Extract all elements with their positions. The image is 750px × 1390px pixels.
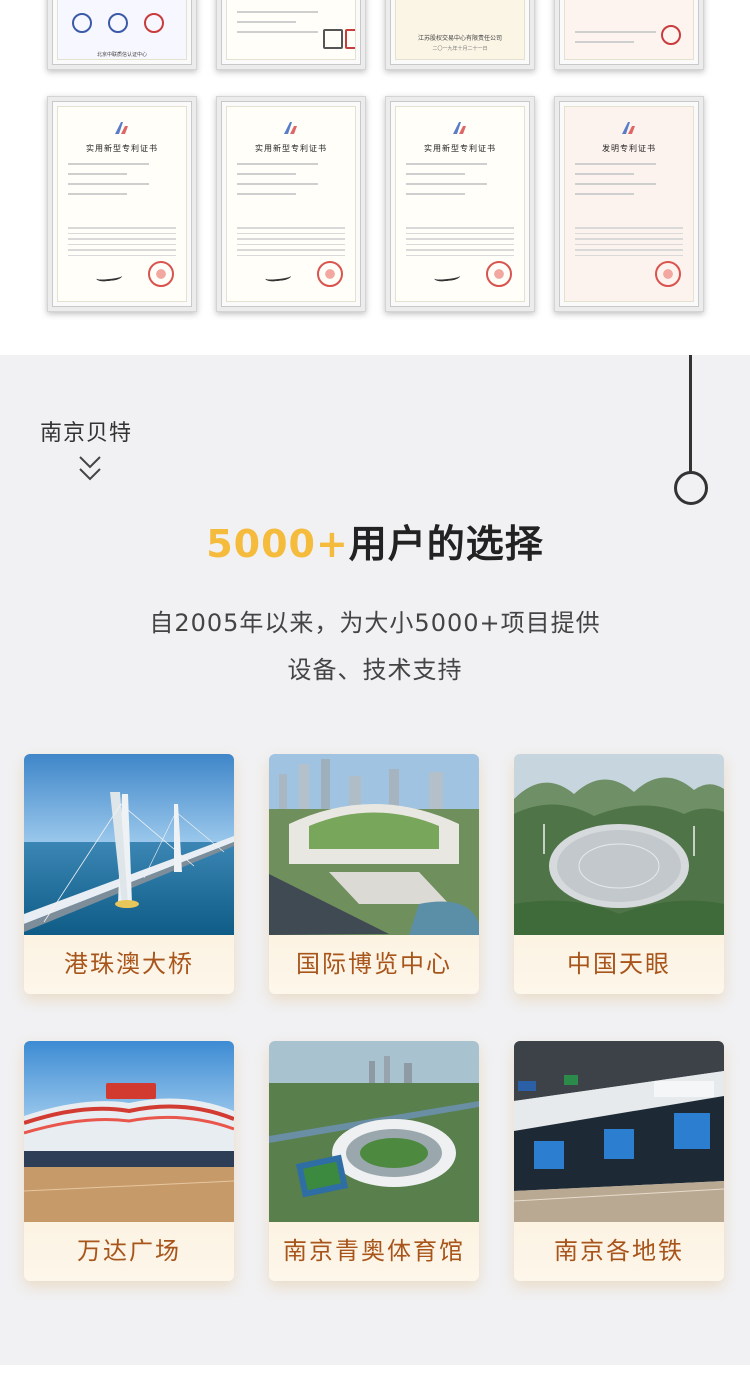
seal-icon: [144, 13, 164, 33]
customers-section: 南京贝特 5000+用户的选择 自2005年以来，为大小5000+项目提供 设备…: [0, 355, 750, 1365]
project-label: 万达广场: [77, 1237, 181, 1265]
project-card[interactable]: 港珠澳大桥: [24, 754, 234, 994]
certificate-title: 实用新型专利证书: [424, 144, 496, 153]
project-label: 南京青奥体育馆: [283, 1237, 465, 1265]
project-photo-wanda-plaza: [24, 1041, 234, 1222]
patent-logo-icon: [453, 122, 466, 134]
seal-icon: [486, 261, 512, 287]
certificate-frame: 实用新型专利证书: [47, 96, 197, 312]
certificate-frame: 实用新型专利证书: [216, 96, 366, 312]
decorative-line: [689, 355, 692, 473]
certificate-title: 实用新型专利证书: [255, 144, 327, 153]
iaf-badge-icon: [108, 13, 128, 33]
project-label: 南京各地铁: [554, 1237, 684, 1265]
signature: [95, 269, 123, 283]
certificate-issuer: 北京中联质信认证中心: [96, 52, 147, 58]
double-chevron-down-icon: [79, 456, 101, 481]
patent-logo-icon: [284, 122, 297, 134]
project-label: 国际博览中心: [296, 950, 452, 978]
signature: [264, 269, 292, 283]
certificate-frame: 实用新型专利证书: [385, 96, 535, 312]
project-card[interactable]: 南京青奥体育馆: [269, 1041, 479, 1281]
certificate-issuer: 江苏股权交易中心有限责任公司: [417, 35, 502, 42]
headline-text: 用户的选择: [348, 522, 544, 566]
uden-badge-icon: [345, 29, 355, 49]
seal-icon: [317, 261, 343, 287]
patent-logo-icon: [115, 122, 128, 134]
page-bottom: [0, 1365, 750, 1390]
certificates-gallery: 北京中联质信认证中心 江苏股权交易中心有限责任公司 二〇一九年十月二十一日 实用…: [0, 0, 750, 355]
project-photo-stadium: [269, 1041, 479, 1222]
seal-icon: [655, 261, 681, 287]
certificate-frame: 北京中联质信认证中心: [47, 0, 197, 70]
project-photo-bridge: [24, 754, 234, 935]
patent-logo-icon: [622, 122, 635, 134]
project-card[interactable]: 南京各地铁: [514, 1041, 724, 1281]
project-photo-telescope: [514, 754, 724, 935]
project-card[interactable]: 万达广场: [24, 1041, 234, 1281]
certificate-frame: 发明专利证书: [554, 96, 704, 312]
section-headline: 5000+用户的选择: [0, 513, 750, 568]
project-card[interactable]: 国际博览中心: [269, 754, 479, 994]
certificate-frame: [554, 0, 704, 70]
section-subtitle-line2: 设备、技术支持: [287, 656, 463, 684]
certificate-frame: 江苏股权交易中心有限责任公司 二〇一九年十月二十一日: [385, 0, 535, 70]
seal-icon: [148, 261, 174, 287]
brand-label: 南京贝特: [40, 421, 133, 446]
signature: [433, 269, 461, 283]
project-photo-metro: [514, 1041, 724, 1222]
certificate-title: 实用新型专利证书: [86, 144, 158, 153]
project-label: 港珠澳大桥: [64, 950, 194, 978]
project-label: 中国天眼: [567, 950, 671, 978]
section-subtitle-line1: 自2005年以来，为大小5000+项目提供: [149, 609, 601, 637]
project-photo-expo-center: [269, 754, 479, 935]
seal-icon: [661, 25, 681, 45]
headline-count: 5000+: [206, 522, 349, 566]
certificate-badge-icon: [72, 13, 92, 33]
certificate-frame: [216, 0, 366, 70]
decorative-circle: [674, 471, 708, 505]
certificate-date: 二〇一九年十月二十一日: [432, 46, 488, 52]
ce-mark-icon: [323, 29, 343, 49]
certificate-title: 发明专利证书: [602, 144, 656, 153]
project-card[interactable]: 中国天眼: [514, 754, 724, 994]
